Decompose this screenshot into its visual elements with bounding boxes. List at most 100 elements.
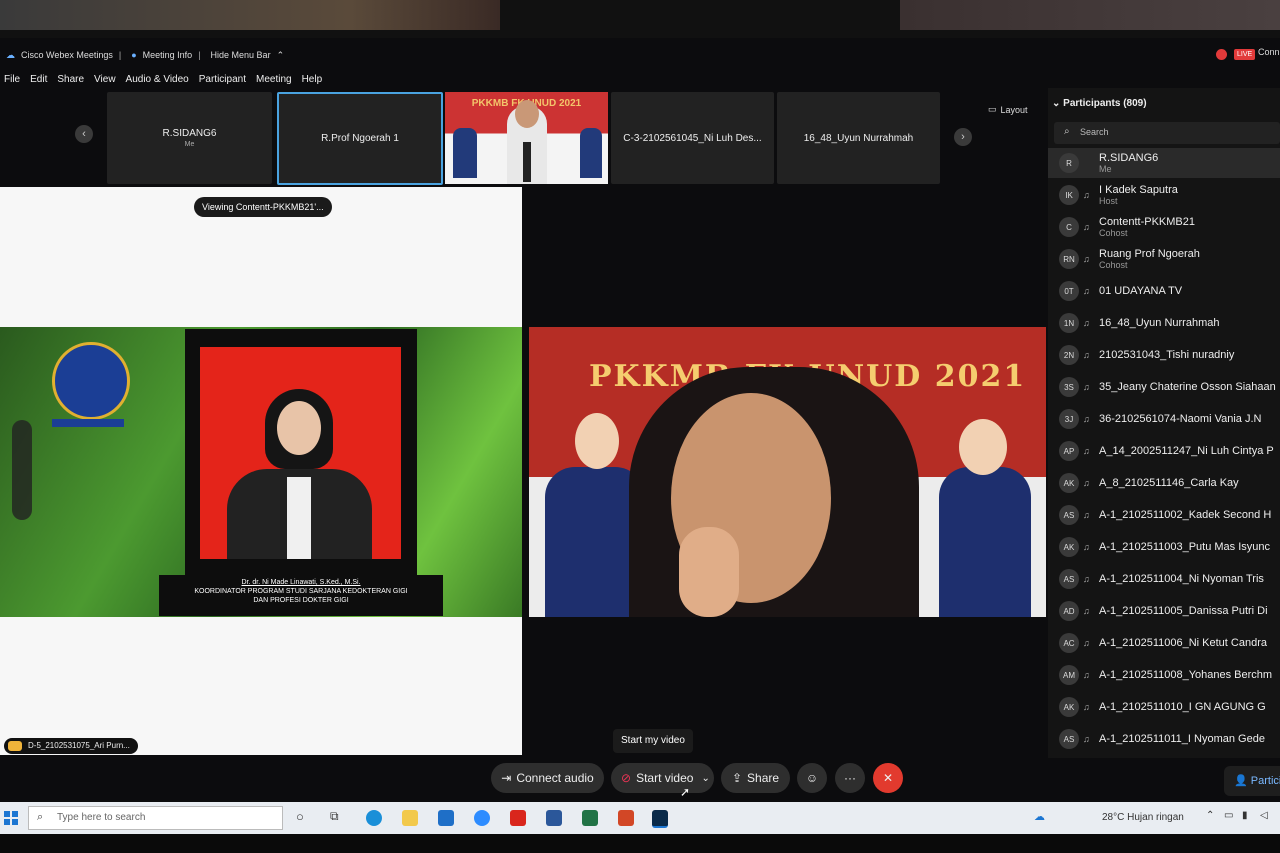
participant-row[interactable]: AK ♫ A-1_2102511003_Putu Mas Isyunc <box>1048 532 1280 562</box>
participant-row[interactable]: AC ♫ A-1_2102511006_Ni Ketut Candra <box>1048 628 1280 658</box>
weather-text[interactable]: 28°C Hujan ringan <box>1102 812 1184 823</box>
audio-status-icon: ♫ <box>1083 510 1090 520</box>
participant-role: Cohost <box>1099 228 1128 238</box>
taskbar-search-input[interactable]: ⌕ Type here to search <box>28 806 283 830</box>
participants-button-label: Partici <box>1250 775 1280 787</box>
network-icon[interactable]: ▭ <box>1224 810 1233 821</box>
start-video-button[interactable]: ⊘ Start video ⌄ <box>611 763 714 793</box>
participant-row[interactable]: AK ♫ A-1_2102511010_I GN AGUNG G <box>1048 692 1280 722</box>
participant-name-tag: D-5_2102531075_Ari Purn... <box>4 738 138 754</box>
menu-share[interactable]: Share <box>57 74 84 85</box>
filmstrip-tile-video[interactable]: PKKMB FK UNUD 2021 <box>445 92 608 184</box>
menu-meeting[interactable]: Meeting <box>256 74 292 85</box>
participant-row[interactable]: AD ♫ A-1_2102511005_Danissa Putri Di <box>1048 596 1280 626</box>
layout-button[interactable]: ▭ Layout <box>988 104 1028 115</box>
zoom-controls[interactable] <box>12 420 32 520</box>
participant-row[interactable]: 3J ♫ 36-2102561074-Naomi Vania J.N <box>1048 404 1280 434</box>
menu-help[interactable]: Help <box>302 74 323 85</box>
acrobat-icon[interactable] <box>510 810 526 826</box>
leave-meeting-button[interactable]: ✕ <box>873 763 903 793</box>
layout-label: Layout <box>1000 104 1028 115</box>
meeting-info-link[interactable]: Meeting Info <box>143 50 193 60</box>
caption-name: Dr. dr. Ni Made Linawati, S.Ked., M.Si. <box>241 579 361 586</box>
participant-row[interactable]: AS ♫ A-1_2102511004_Ni Nyoman Tris <box>1048 564 1280 594</box>
hide-menu-bar-button[interactable]: Hide Menu Bar <box>211 50 271 60</box>
participant-row[interactable]: R R.SIDANG6 Me <box>1048 148 1280 178</box>
avatar: R <box>1059 153 1079 173</box>
speaker-hands <box>679 527 739 617</box>
word-icon[interactable] <box>546 810 562 826</box>
participant-row[interactable]: RN ♫ Ruang Prof Ngoerah Cohost <box>1048 244 1280 274</box>
participant-name: A-1_2102511008_Yohanes Berchm <box>1099 669 1273 681</box>
menu-participant[interactable]: Participant <box>199 74 246 85</box>
mail-icon[interactable] <box>438 810 454 826</box>
more-options-button[interactable]: ··· <box>835 763 865 793</box>
cortana-icon[interactable]: ○ <box>296 809 304 824</box>
participant-row[interactable]: 1N ♫ 16_48_Uyun Nurrahmah <box>1048 308 1280 338</box>
participant-row[interactable]: AS ♫ A-1_2102511011_I Nyoman Gede <box>1048 724 1280 754</box>
participant-name: A_8_2102511146_Carla Kay <box>1099 477 1239 489</box>
start-video-tooltip: Start my video <box>613 729 693 753</box>
avatar <box>8 741 22 751</box>
participants-search-input[interactable]: ⌕ Search <box>1054 122 1280 144</box>
filmstrip-tile-active[interactable]: R.Prof Ngoerah 1 <box>277 92 443 185</box>
participant-row[interactable]: C ♫ Contentt-PKKMB21 Cohost <box>1048 212 1280 242</box>
chevron-down-icon[interactable]: ⌄ <box>701 773 709 784</box>
webex-logo-icon: ☁ <box>6 49 15 60</box>
menu-edit[interactable]: Edit <box>30 74 47 85</box>
audio-status-icon: ♫ <box>1083 382 1090 392</box>
participant-row[interactable]: AS ♫ A-1_2102511002_Kadek Second H <box>1048 500 1280 530</box>
reactions-button[interactable]: ☺ <box>797 763 827 793</box>
presenter-tie <box>523 142 531 182</box>
task-view-icon[interactable]: ⧉ <box>330 809 339 824</box>
share-button[interactable]: ⇪ Share <box>721 763 790 793</box>
chevron-up-icon[interactable]: ⌃ <box>277 50 285 61</box>
volume-icon[interactable]: ◁ <box>1260 810 1268 821</box>
webex-icon[interactable] <box>652 810 668 828</box>
chevron-left-icon: ‹ <box>82 128 86 140</box>
filmstrip-tile[interactable]: 16_48_Uyun Nurrahmah <box>777 92 940 184</box>
menu-view[interactable]: View <box>94 74 116 85</box>
zoom-icon[interactable] <box>474 810 490 826</box>
audio-status-icon: ♫ <box>1083 414 1090 424</box>
filmstrip-prev-button[interactable]: ‹ <box>75 125 93 143</box>
menu-file[interactable]: File <box>4 74 20 85</box>
participant-name: 2102531043_Tishi nuradniy <box>1099 349 1235 361</box>
battery-icon[interactable]: ▮ <box>1242 810 1248 821</box>
start-video-label: Start video <box>636 771 694 785</box>
participant-row[interactable]: AP ♫ A_14_2002511247_Ni Luh Cintya P <box>1048 436 1280 466</box>
filmstrip-next-button[interactable]: › <box>954 128 972 146</box>
participant-name: A-1_2102511011_I Nyoman Gede <box>1099 733 1265 745</box>
participant-row[interactable]: 2N ♫ 2102531043_Tishi nuradniy <box>1048 340 1280 370</box>
participant-row[interactable]: AK ♫ A_8_2102511146_Carla Kay <box>1048 468 1280 498</box>
file-explorer-icon[interactable] <box>402 810 418 826</box>
participant-row[interactable]: IK ♫ I Kadek Saputra Host <box>1048 180 1280 210</box>
audio-icon: ⇥ <box>501 771 512 785</box>
excel-icon[interactable] <box>582 810 598 826</box>
filmstrip-tile[interactable]: C-3-2102561045_Ni Luh Des... <box>611 92 774 184</box>
windows-taskbar: ⌕ Type here to search ○ ⧉ ☁ 28°C Hujan r… <box>0 802 1280 834</box>
speaker-shirt <box>287 477 311 559</box>
audio-status-icon: ♫ <box>1083 286 1090 296</box>
avatar: AC <box>1059 633 1079 653</box>
filmstrip-tile-self[interactable]: R.SIDANG6 Me <box>107 92 272 184</box>
participant-row[interactable]: AM ♫ A-1_2102511008_Yohanes Berchm <box>1048 660 1280 690</box>
tile-sub: Me <box>184 141 195 148</box>
smiley-icon: ☺ <box>805 771 819 785</box>
participant-row[interactable]: 3S ♫ 35_Jeany Chaterine Osson Siahaan <box>1048 372 1280 402</box>
menu-audio-video[interactable]: Audio & Video <box>126 74 189 85</box>
edge-icon[interactable] <box>366 810 382 826</box>
participants-toggle-button[interactable]: 👤 Partici <box>1224 766 1280 796</box>
chevron-down-icon: ⌄ <box>1052 98 1061 109</box>
participant-name: A-1_2102511003_Putu Mas Isyunc <box>1099 541 1271 553</box>
search-icon: ⌕ <box>37 811 44 823</box>
windows-start-icon[interactable] <box>4 811 18 825</box>
audio-status-icon: ♫ <box>1083 542 1090 552</box>
participants-header[interactable]: ⌄ Participants (809) <box>1052 98 1147 109</box>
powerpoint-icon[interactable] <box>618 810 634 826</box>
participant-row[interactable]: 0T ♫ 01 UDAYANA TV <box>1048 276 1280 306</box>
connect-audio-button[interactable]: ⇥ Connect audio <box>491 763 604 793</box>
avatar: 3J <box>1059 409 1079 429</box>
menu-bar: File Edit Share View Audio & Video Parti… <box>0 70 700 88</box>
chevron-up-icon[interactable]: ⌃ <box>1206 810 1214 821</box>
